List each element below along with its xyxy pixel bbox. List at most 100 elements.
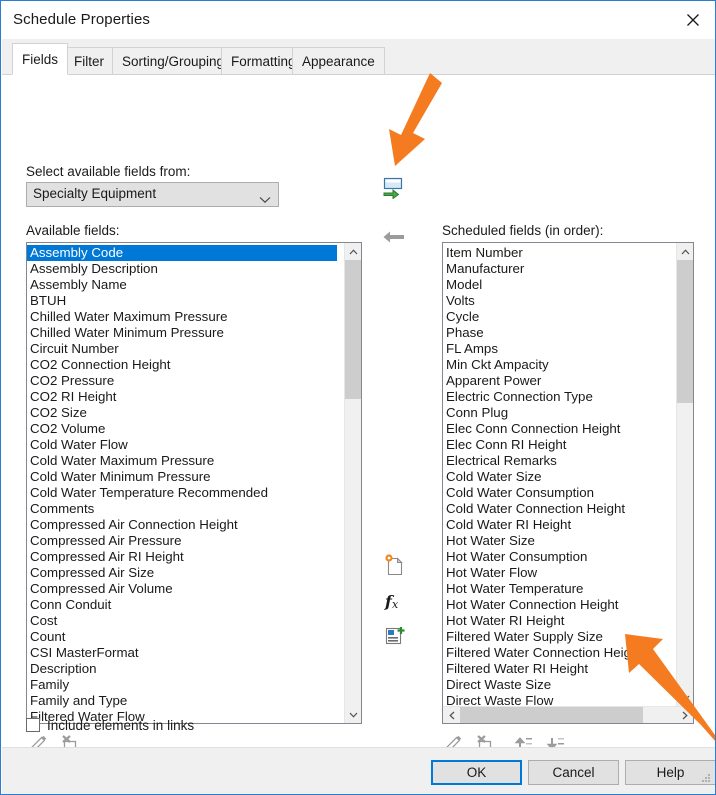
include-elements-in-links-label: Include elements in links [47, 717, 195, 733]
list-item[interactable]: CO2 RI Height [27, 389, 337, 405]
list-item[interactable]: Hot Water RI Height [443, 613, 670, 629]
list-item[interactable]: Filtered Water Connection Height [443, 645, 670, 661]
list-item[interactable]: Cold Water Size [443, 469, 670, 485]
list-item[interactable]: BTUH [27, 293, 337, 309]
scheduled-fields-horizontal-scrollbar[interactable] [443, 706, 693, 723]
available-fields-vertical-scrollbar[interactable] [344, 243, 361, 723]
list-item[interactable]: Count [27, 629, 337, 645]
list-item[interactable]: Filtered Water Supply Size [443, 629, 670, 645]
add-parameter-arrow-right-icon[interactable] [380, 175, 408, 201]
list-item[interactable]: Cold Water Flow [27, 437, 337, 453]
list-item[interactable]: Chilled Water Minimum Pressure [27, 325, 337, 341]
svg-text:x: x [392, 598, 399, 611]
list-item[interactable]: FL Amps [443, 341, 670, 357]
list-item[interactable]: Conn Conduit [27, 597, 337, 613]
list-item[interactable]: Cold Water Consumption [443, 485, 670, 501]
list-item[interactable]: Cold Water RI Height [443, 517, 670, 533]
list-item[interactable]: Phase [443, 325, 670, 341]
list-item[interactable]: Family and Type [27, 693, 337, 709]
list-item[interactable]: Manufacturer [443, 261, 670, 277]
list-item[interactable]: Hot Water Size [443, 533, 670, 549]
available-fields-label: Available fields: [26, 223, 120, 238]
include-elements-in-links-checkbox[interactable]: Include elements in links [26, 715, 194, 735]
list-item[interactable]: Direct Waste Size [443, 677, 670, 693]
list-item[interactable]: Description [27, 661, 337, 677]
scroll-up-icon[interactable] [677, 243, 693, 260]
list-item[interactable]: Cold Water Minimum Pressure [27, 469, 337, 485]
category-combo-value: Specialty Equipment [33, 186, 157, 201]
tab-bar: Fields Filter Sorting/Grouping Formattin… [2, 39, 715, 75]
list-item[interactable]: Assembly Code [27, 245, 337, 261]
list-item[interactable]: Volts [443, 293, 670, 309]
scheduled-fields-vertical-scrollbar[interactable] [676, 243, 693, 706]
scheduled-fields-label: Scheduled fields (in order): [442, 223, 604, 238]
scroll-left-icon[interactable] [443, 707, 460, 723]
fields-panel: Select available fields from: Specialty … [2, 75, 715, 754]
list-item[interactable]: Comments [27, 501, 337, 517]
list-item[interactable]: Hot Water Connection Height [443, 597, 670, 613]
fx-icon[interactable]: f x [380, 588, 408, 614]
list-item[interactable]: Elec Conn RI Height [443, 437, 670, 453]
tab-filter[interactable]: Filter [64, 47, 114, 75]
list-item[interactable]: Family [27, 677, 337, 693]
list-item[interactable]: Cycle [443, 309, 670, 325]
list-item[interactable]: Electrical Remarks [443, 453, 670, 469]
dialog-footer: OK Cancel Help [2, 747, 715, 794]
scroll-up-icon[interactable] [345, 243, 361, 260]
list-item[interactable]: Chilled Water Maximum Pressure [27, 309, 337, 325]
list-item[interactable]: Cold Water Maximum Pressure [27, 453, 337, 469]
scheduled-fields-hscroll-thumb[interactable] [460, 707, 643, 723]
scroll-down-icon[interactable] [677, 689, 693, 706]
list-item[interactable]: Assembly Name [27, 277, 337, 293]
tab-sorting-grouping[interactable]: Sorting/Grouping [112, 47, 235, 75]
new-parameter-icon[interactable] [380, 552, 408, 578]
list-item[interactable]: Hot Water Consumption [443, 549, 670, 565]
scheduled-fields-scroll-thumb[interactable] [677, 260, 693, 403]
list-item[interactable]: Circuit Number [27, 341, 337, 357]
list-item[interactable]: CO2 Pressure [27, 373, 337, 389]
list-item[interactable]: Conn Plug [443, 405, 670, 421]
tab-fields[interactable]: Fields [12, 43, 69, 75]
close-icon[interactable] [670, 2, 715, 38]
ok-button[interactable]: OK [431, 760, 522, 785]
chevron-down-icon [259, 191, 271, 209]
list-item[interactable]: Electric Connection Type [443, 389, 670, 405]
list-item[interactable]: Compressed Air RI Height [27, 549, 337, 565]
list-item[interactable]: Item Number [443, 245, 670, 261]
available-fields-items: Assembly Code Assembly Description Assembl… [27, 243, 337, 723]
list-item[interactable]: Cold Water Connection Height [443, 501, 670, 517]
list-item[interactable]: CO2 Volume [27, 421, 337, 437]
list-item[interactable]: Apparent Power [443, 373, 670, 389]
list-item[interactable]: Compressed Air Pressure [27, 533, 337, 549]
cancel-button[interactable]: Cancel [528, 760, 619, 785]
combine-parameters-icon[interactable] [380, 623, 408, 649]
window-title: Schedule Properties [13, 11, 150, 28]
list-item[interactable]: Compressed Air Size [27, 565, 337, 581]
available-fields-listbox[interactable]: Assembly Code Assembly Description Assembl… [26, 242, 362, 724]
list-item[interactable]: Min Ckt Ampacity [443, 357, 670, 373]
tab-appearance[interactable]: Appearance [292, 47, 385, 75]
list-item[interactable]: Cost [27, 613, 337, 629]
list-item[interactable]: Cold Water Temperature Recommended [27, 485, 337, 501]
arrow-left-icon[interactable] [380, 224, 408, 250]
list-item[interactable]: Hot Water Temperature [443, 581, 670, 597]
scroll-right-icon[interactable] [676, 707, 693, 723]
list-item[interactable]: Assembly Description [27, 261, 337, 277]
list-item[interactable]: Filtered Water RI Height [443, 661, 670, 677]
list-item[interactable]: Hot Water Flow [443, 565, 670, 581]
list-item[interactable]: Model [443, 277, 670, 293]
list-item[interactable]: Compressed Air Connection Height [27, 517, 337, 533]
list-item[interactable]: CO2 Connection Height [27, 357, 337, 373]
scheduled-fields-listbox[interactable]: Item Number Manufacturer Model Volts Cycle Ph… [442, 242, 694, 724]
list-item[interactable]: Compressed Air Volume [27, 581, 337, 597]
list-item[interactable]: Elec Conn Connection Height [443, 421, 670, 437]
title-bar: Schedule Properties [2, 2, 715, 39]
category-combo[interactable]: Specialty Equipment [26, 182, 279, 207]
list-item[interactable]: CO2 Size [27, 405, 337, 421]
scroll-down-icon[interactable] [345, 706, 361, 723]
schedule-properties-dialog: Schedule Properties Fields Filter Sortin… [0, 0, 716, 795]
resize-grip-icon[interactable] [700, 772, 712, 790]
list-item[interactable]: CSI MasterFormat [27, 645, 337, 661]
available-fields-scroll-thumb[interactable] [345, 260, 361, 399]
checkbox-box[interactable] [26, 718, 40, 732]
